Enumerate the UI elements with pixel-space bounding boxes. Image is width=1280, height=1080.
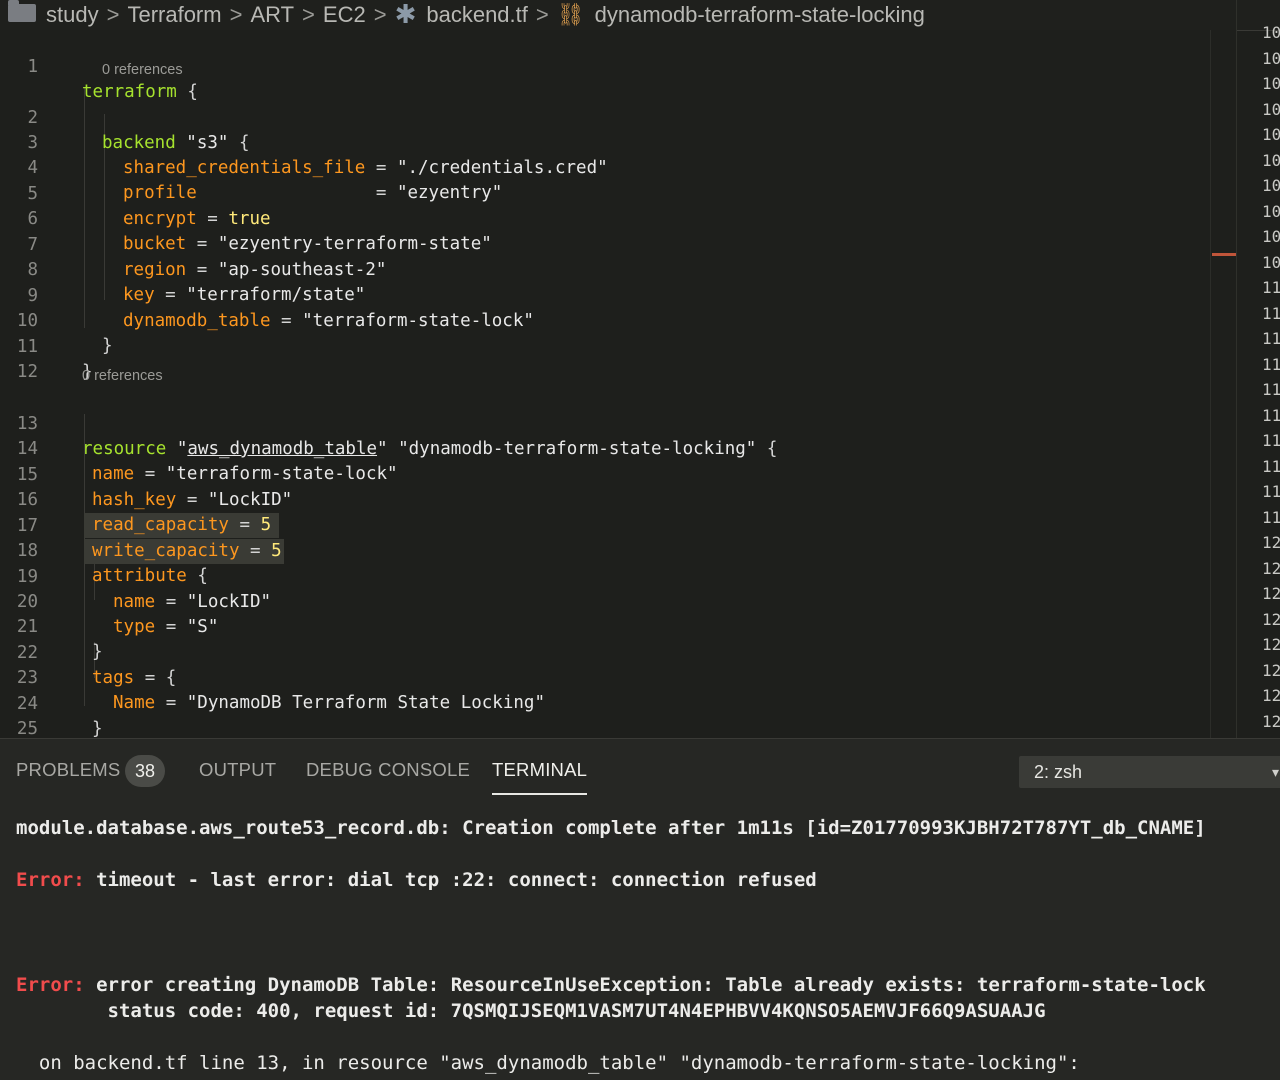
code-line[interactable]: 12 [0,335,1210,382]
split-pane-line-number: 12 [1262,533,1280,552]
code-line[interactable]: 23 Name = "DynamoDB Terraform State Lock… [0,641,1210,713]
split-pane-line-number: 10 [1262,201,1280,221]
split-pane-line-number: 11 [1262,507,1280,527]
code-editor[interactable]: 1 terraform { 0 references 2 backend "s3… [0,30,1236,764]
error-label: Error: [16,869,85,891]
terminal-output[interactable]: module.database.aws_route53_record.db: C… [0,801,1280,1080]
code-line[interactable]: 11 } [0,310,1210,382]
code-line[interactable]: 22 tags = { [0,616,1210,688]
terminal-select-value: 2: zsh [1034,762,1083,782]
codelens-references[interactable]: 0 references [102,60,183,80]
code-line[interactable]: 15 hash_key = "LockID" [0,438,1210,510]
split-pane-line-number: 12 [1262,711,1280,731]
split-pane-line-number: 11 [1262,278,1280,297]
tab-terminal[interactable]: TERMINAL [492,759,588,795]
split-pane-line-number: 10 [1262,150,1280,170]
error-label: Error: [16,974,85,996]
split-pane-line-number: 10 [1262,74,1280,93]
split-pane-line-number: 12 [1262,660,1280,680]
line-number: 1 [27,57,38,77]
split-pane-line-number: 11 [1262,380,1280,399]
split-pane-line-number: 12 [1262,635,1280,654]
terminal-line: Error: timeout - last error: dial tcp :2… [16,867,817,893]
breadcrumb: study > Terraform > ART > EC2 > ✱ backen… [0,0,1236,30]
breadcrumb-item-art[interactable]: ART [250,2,294,28]
terminal-line: on backend.tf line 13, in resource "aws_… [16,1052,1080,1074]
breadcrumb-separator: > [106,2,120,27]
split-pane-line-number: 11 [1262,482,1280,501]
editor-scrollbar[interactable] [1210,30,1237,738]
split-pane-line-number: 10 [1262,176,1280,195]
problems-count-badge: 38 [125,755,165,787]
terminal-line: status code: 400, request id: 7QSMQIJSEQ… [16,1000,1046,1022]
code-line[interactable]: 18 attribute { [0,514,1210,586]
code-line[interactable]: 16 read_capacity = 5 [0,463,1210,538]
breadcrumb-separator: > [535,2,549,27]
code-line[interactable]: 24 } [0,667,1210,739]
breadcrumb-separator: > [302,2,315,27]
split-pane-line-number: 10 [1262,23,1280,42]
line-number: 12 [16,362,38,382]
code-line[interactable]: 20 type = "S" [0,565,1210,637]
breadcrumb-item-file[interactable]: backend.tf [426,2,528,28]
code-line[interactable]: 8 key = "terraform/state" [0,233,1210,305]
code-line[interactable]: 7 region = "ap-southeast-2" [0,208,1210,280]
split-pane-line-number: 11 [1262,405,1280,425]
chevron-down-icon: ▾ [1271,764,1279,780]
code-line[interactable]: 21 } [0,590,1210,662]
split-pane-line-number: 11 [1262,431,1280,450]
punct: } [92,719,103,739]
panel-tabs: PROBLEMS 38 OUTPUT DEBUG CONSOLE TERMINA… [0,739,1280,801]
split-pane-line-number: 12 [1262,558,1280,578]
breadcrumb-item-terraform[interactable]: Terraform [127,2,221,28]
folder-icon [8,0,36,22]
code-line[interactable]: 2 backend "s3" { [0,81,1210,153]
split-pane-line-number: 12 [1262,609,1280,629]
terraform-file-icon: ✱ [394,0,417,30]
split-pane-line-number: 11 [1262,329,1280,348]
symbol-structure-icon: ⛓ [556,2,585,28]
code-line[interactable]: 13 resource "aws_dynamodb_table" "dynamo… [0,387,1210,459]
code-line[interactable]: 4 profile = "ezyentry" [0,131,1210,203]
bottom-panel: PROBLEMS 38 OUTPUT DEBUG CONSOLE TERMINA… [0,738,1280,1080]
terminal-select[interactable]: 2: zsh ▾ [1019,756,1280,788]
code-line[interactable]: 5 encrypt = true [0,157,1210,229]
split-pane-line-number: 12 [1262,584,1280,603]
breadcrumb-separator: > [229,2,243,27]
split-pane-line-number: 10 [1262,99,1280,119]
breadcrumb-item-study[interactable]: study [46,2,99,28]
code-line[interactable]: 6 bucket = "ezyentry-terraform-state" [0,182,1210,254]
code-line[interactable]: 1 terraform { [0,30,1210,102]
split-pane-line-number: 10 [1262,252,1280,272]
tab-problems[interactable]: PROBLEMS [16,759,120,781]
breadcrumb-item-symbol[interactable]: dynamodb-terraform-state-locking [595,2,925,28]
error-message: timeout - last error: dial tcp :22: conn… [84,869,817,891]
code-line[interactable]: 25 } [0,692,1210,764]
code-line[interactable]: 3 shared_credentials_file = "./credentia… [0,106,1210,178]
split-pane-line-number: 11 [1262,303,1280,323]
breadcrumb-separator: > [373,2,387,27]
split-pane-line-number: 11 [1262,456,1280,476]
terminal-line: Error: error creating DynamoDB Table: Re… [16,972,1206,998]
code-line[interactable]: 10 } [0,284,1210,356]
tab-output[interactable]: OUTPUT [199,759,276,781]
codelens-references[interactable]: 0 references [82,366,163,386]
terminal-line: module.database.aws_route53_record.db: C… [16,817,1206,839]
split-pane-line-number: 11 [1262,354,1280,374]
tab-debug-console[interactable]: DEBUG CONSOLE [306,759,470,781]
split-editor-pane[interactable]: 10 10 10 10 10 10 10 10 10 10 11 11 11 11 11 11 11 11 11 11… [1236,0,1280,738]
split-pane-line-number: 10 [1262,48,1280,68]
error-message: error creating DynamoDB Table: ResourceI… [84,974,1206,996]
scrollbar-marker [1212,253,1236,256]
split-pane-line-number: 12 [1262,686,1280,705]
breadcrumb-item-ec2[interactable]: EC2 [323,2,366,28]
code-line[interactable]: 9 dynamodb_table = "terraform-state-lock… [0,259,1210,331]
split-pane-line-number: 10 [1262,227,1280,246]
code-line[interactable]: 19 name = "LockID" [0,540,1210,612]
code-line[interactable]: 17 write_capacity = 5 [0,489,1210,564]
code-line[interactable]: 14 name = "terraform-state-lock" [0,412,1210,484]
split-pane-line-number: 10 [1262,125,1280,144]
